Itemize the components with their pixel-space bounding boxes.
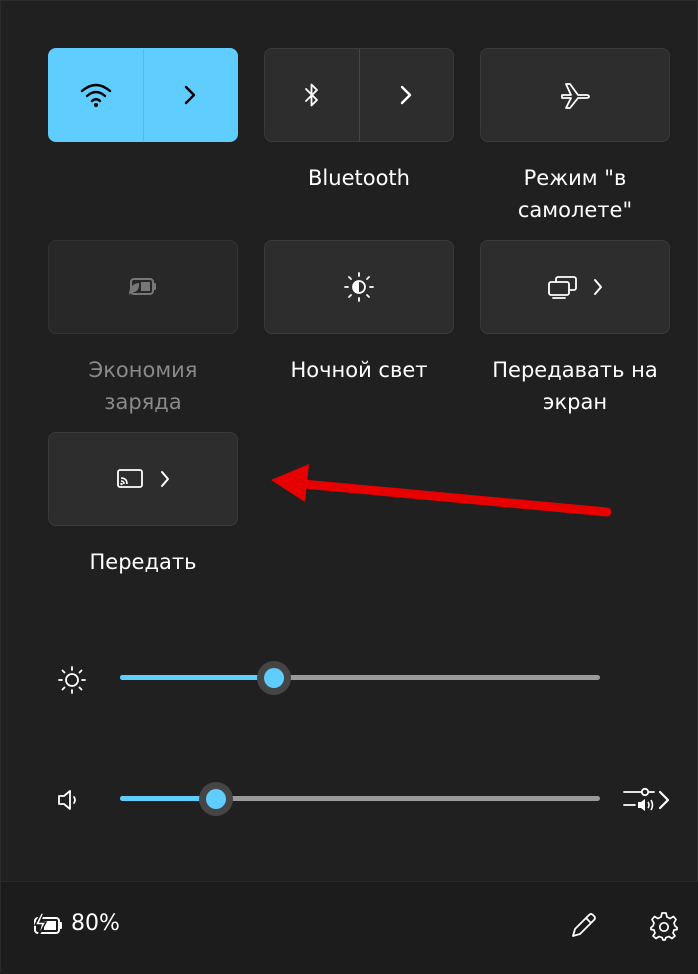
battery-saver-label-line1: Экономия: [88, 358, 198, 382]
battery-saver-tile[interactable]: [48, 240, 238, 334]
bluetooth-expand-button[interactable]: [360, 49, 454, 141]
project-label-line2: экран: [542, 390, 608, 414]
project-tile[interactable]: [480, 240, 670, 334]
project-icon: [546, 274, 580, 300]
chevron-right-icon: [657, 788, 671, 812]
chevron-right-icon: [592, 277, 604, 297]
quick-settings-panel: Bluetooth Режим "в самолете" Экономия за…: [0, 0, 698, 974]
volume-slider[interactable]: [120, 782, 600, 816]
chevron-right-icon: [399, 84, 413, 106]
red-arrow-annotation: [271, 464, 612, 517]
brightness-icon: [57, 665, 87, 695]
gear-icon[interactable]: [648, 910, 680, 942]
speaker-icon[interactable]: [55, 787, 81, 813]
audio-output-select-icon: [621, 783, 657, 817]
airplane-mode-label-line1: Режим "в: [523, 166, 627, 190]
quick-settings-footer: 80%: [1, 881, 698, 974]
airplane-mode-tile[interactable]: [480, 48, 670, 142]
cast-icon: [115, 467, 145, 491]
wifi-toggle[interactable]: [49, 49, 143, 141]
wifi-icon: [79, 82, 113, 108]
night-light-label: Ночной свет: [290, 358, 428, 382]
chevron-right-icon: [159, 469, 171, 489]
night-light-icon: [342, 270, 376, 304]
battery-saver-label: Экономия заряда: [48, 354, 238, 418]
bluetooth-toggle[interactable]: [265, 49, 359, 141]
cast-tile[interactable]: [48, 432, 238, 526]
brightness-slider[interactable]: [120, 661, 600, 695]
wifi-expand-button[interactable]: [144, 49, 238, 141]
night-light-tile[interactable]: [264, 240, 454, 334]
bluetooth-icon: [303, 81, 321, 109]
audio-output-select-button[interactable]: [621, 783, 671, 817]
battery-saver-icon: [125, 275, 161, 299]
cast-label: Передать: [89, 550, 197, 574]
project-label-line1: Передавать на: [492, 358, 658, 382]
pencil-icon[interactable]: [567, 910, 599, 942]
slider-thumb[interactable]: [199, 782, 233, 816]
airplane-mode-label: Режим "в самолете": [480, 162, 670, 226]
battery-saver-label-line2: заряда: [104, 390, 182, 414]
slider-thumb[interactable]: [257, 661, 291, 695]
chevron-right-icon: [183, 84, 197, 106]
battery-charging-icon[interactable]: [31, 910, 67, 940]
wifi-tile[interactable]: [48, 48, 238, 142]
battery-percentage[interactable]: 80%: [71, 911, 120, 936]
bluetooth-tile[interactable]: [264, 48, 454, 142]
airplane-mode-label-line2: самолете": [517, 198, 633, 222]
airplane-icon: [558, 80, 592, 110]
bluetooth-label: Bluetooth: [308, 166, 410, 190]
project-label: Передавать на экран: [480, 354, 670, 418]
slider-fill: [120, 675, 274, 680]
